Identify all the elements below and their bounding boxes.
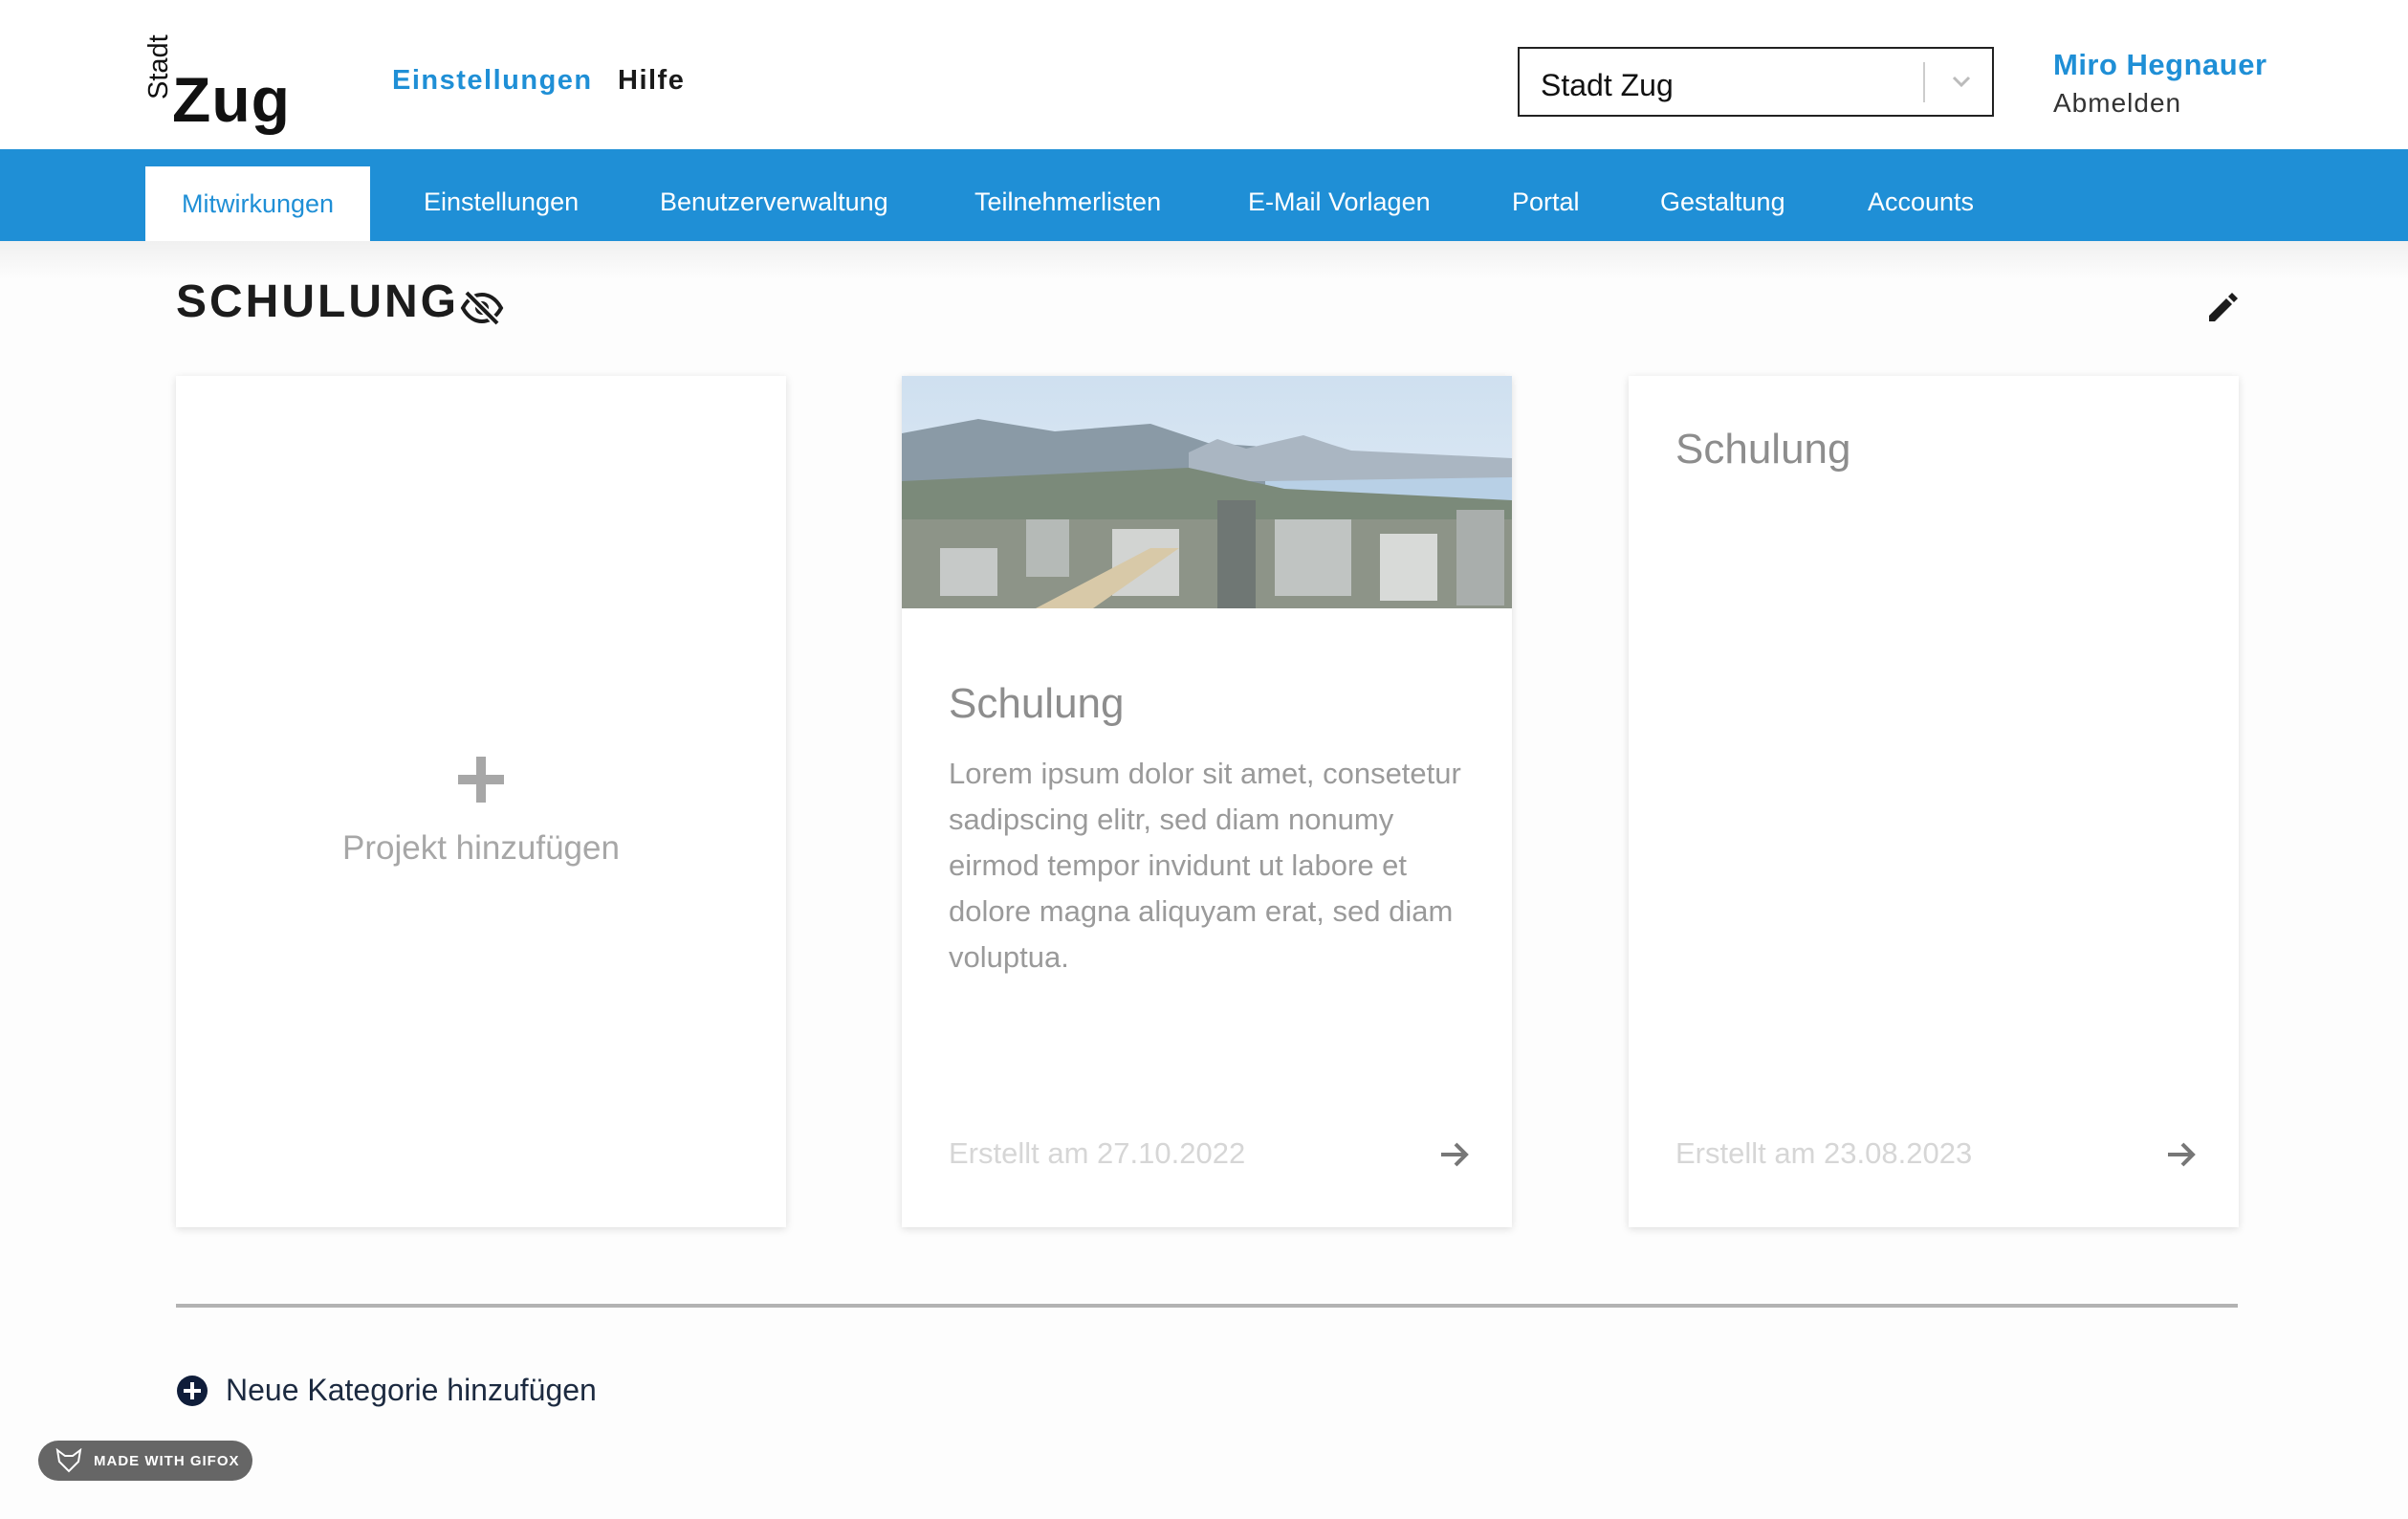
logo-zug-text: Zug bbox=[172, 64, 291, 135]
project-created-date: Erstellt am 23.08.2023 bbox=[1675, 1136, 1973, 1170]
user-name[interactable]: Miro Hegnauer bbox=[2053, 48, 2267, 82]
header-link-hilfe[interactable]: Hilfe bbox=[618, 65, 685, 97]
chevron-down-icon[interactable] bbox=[1942, 62, 1981, 100]
tab-portal[interactable]: Portal bbox=[1512, 149, 1580, 241]
pencil-icon[interactable] bbox=[2203, 289, 2242, 327]
arrow-right-icon[interactable] bbox=[2164, 1137, 2199, 1172]
tab-accounts[interactable]: Accounts bbox=[1868, 149, 1974, 241]
tab-mitwirkungen[interactable]: Mitwirkungen bbox=[145, 166, 371, 241]
gifox-badge-label: MADE WITH GIFOX bbox=[94, 1453, 240, 1469]
gifox-badge: MADE WITH GIFOX bbox=[38, 1441, 252, 1481]
tab-gestaltung[interactable]: Gestaltung bbox=[1660, 149, 1785, 241]
logo-stadt-text: Stadt bbox=[143, 34, 174, 99]
tab-einstellungen[interactable]: Einstellungen bbox=[424, 149, 579, 241]
header-link-einstellungen[interactable]: Einstellungen bbox=[392, 65, 593, 97]
project-card[interactable]: Schulung Lorem ipsum dolor sit amet, con… bbox=[902, 376, 1512, 1227]
top-header: Stadt Zug Einstellungen Hilfe Stadt Zug … bbox=[0, 0, 2408, 149]
eye-off-icon[interactable] bbox=[459, 285, 505, 331]
project-created-date: Erstellt am 27.10.2022 bbox=[949, 1136, 1246, 1170]
tab-teilnehmerlisten[interactable]: Teilnehmerlisten bbox=[974, 149, 1161, 241]
category-divider bbox=[176, 1304, 2238, 1308]
project-card[interactable]: Schulung Erstellt am 23.08.2023 bbox=[1629, 376, 2239, 1227]
organization-select-value: Stadt Zug bbox=[1541, 68, 1674, 102]
add-project-card[interactable]: Projekt hinzufügen bbox=[176, 376, 786, 1227]
tab-benutzerverwaltung[interactable]: Benutzerverwaltung bbox=[660, 149, 888, 241]
organization-select[interactable]: Stadt Zug bbox=[1518, 47, 1994, 117]
arrow-right-icon[interactable] bbox=[1437, 1137, 1472, 1172]
plus-circle-icon bbox=[177, 1376, 208, 1406]
project-cover-image bbox=[902, 376, 1512, 608]
stadt-zug-logo[interactable]: Stadt Zug bbox=[143, 31, 296, 136]
category-title: SCHULUNG bbox=[176, 276, 459, 327]
add-category-label: Neue Kategorie hinzufügen bbox=[226, 1373, 597, 1407]
project-description: Lorem ipsum dolor sit amet, consetetur s… bbox=[949, 757, 1461, 974]
project-title[interactable]: Schulung bbox=[949, 680, 1124, 728]
main-navigation: Mitwirkungen Einstellungen Benutzerverwa… bbox=[0, 149, 2408, 241]
add-project-label: Projekt hinzufügen bbox=[342, 829, 620, 867]
tab-email-vorlagen[interactable]: E-Mail Vorlagen bbox=[1248, 149, 1431, 241]
logout-link[interactable]: Abmelden bbox=[2053, 88, 2181, 119]
project-title[interactable]: Schulung bbox=[1675, 426, 1850, 473]
nav-shadow bbox=[0, 241, 2408, 279]
select-divider bbox=[1923, 62, 1925, 102]
plus-icon bbox=[458, 757, 504, 803]
fox-icon bbox=[55, 1448, 82, 1473]
